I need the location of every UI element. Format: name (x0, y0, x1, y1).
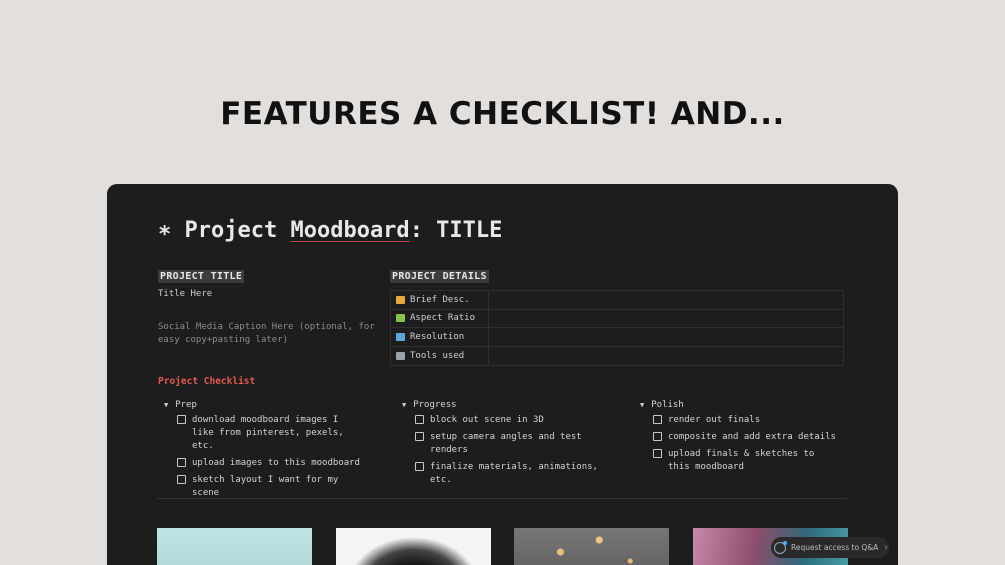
checklist-item-text: sketch layout I want for my scene (192, 475, 339, 498)
details-value[interactable] (489, 328, 843, 346)
checklist-item-text: upload finals & sketches to this moodboa… (668, 449, 815, 472)
checklist-item-text: finalize materials, animations, etc. (430, 462, 598, 485)
details-value[interactable] (489, 310, 843, 328)
toggle-triangle-icon[interactable]: ▼ (402, 401, 406, 409)
details-value[interactable] (489, 291, 843, 309)
column-heading: Progress (413, 400, 457, 410)
social-caption[interactable]: Social Media Caption Here (optional, for… (158, 321, 378, 347)
column-heading: Prep (175, 400, 197, 410)
chat-icon (774, 540, 787, 554)
checklist-column-progress: ▼ Progress block out scene in 3D setup ca… (399, 400, 599, 487)
title-text-pre: Project (184, 218, 291, 243)
toggle-prep[interactable]: ▼ Prep (161, 400, 361, 410)
details-key-label: Resolution (410, 331, 465, 342)
checkbox[interactable] (653, 432, 662, 441)
project-title-section: PROJECT TITLE Title Here Social Media Ca… (158, 264, 378, 347)
aspect-ratio-icon (396, 314, 405, 323)
project-title-value[interactable]: Title Here (158, 289, 378, 299)
checklist-item-text: composite and add extra details (668, 432, 836, 442)
checkbox[interactable] (415, 415, 424, 424)
divider (157, 498, 847, 499)
details-key: Brief Desc. (391, 291, 489, 309)
notion-page-panel: ∗ Project Moodboard: TITLE PROJECT TITLE… (107, 184, 898, 565)
checklist-column-prep: ▼ Prep download moodboard images I like f… (161, 400, 361, 500)
project-details-section: PROJECT DETAILS Brief Desc. Aspect Ratio… (390, 264, 844, 366)
details-key: Resolution (391, 328, 489, 346)
checkbox[interactable] (653, 415, 662, 424)
checklist-item: sketch layout I want for my scene (161, 474, 361, 500)
checklist-item: block out scene in 3D (399, 414, 599, 427)
checklist-item-text: render out finals (668, 415, 761, 425)
details-key-label: Brief Desc. (410, 294, 470, 305)
details-table: Brief Desc. Aspect Ratio Resolution Tool… (390, 290, 844, 366)
checkbox[interactable] (177, 475, 186, 484)
checkbox[interactable] (177, 458, 186, 467)
checklist-item: setup camera angles and test renders (399, 431, 599, 457)
toggle-progress[interactable]: ▼ Progress (399, 400, 599, 410)
checklist-item-text: download moodboard images I like from pi… (192, 415, 344, 451)
headline: FEATURES A CHECKLIST! AND... (220, 96, 785, 132)
chevron-right-icon: › (884, 542, 888, 553)
ruler-icon (396, 332, 405, 341)
checklist-item: render out finals (637, 414, 837, 427)
page-title: ∗ Project Moodboard: TITLE (158, 218, 502, 243)
checklist-title: Project Checklist (158, 376, 256, 387)
moodboard-image[interactable] (514, 528, 669, 565)
checklist-item-text: upload images to this moodboard (192, 458, 360, 468)
toggle-triangle-icon[interactable]: ▼ (164, 401, 168, 409)
computer-icon (396, 351, 405, 360)
asterisk-icon: ∗ (158, 218, 172, 243)
details-row[interactable]: Tools used (391, 346, 843, 366)
checkbox[interactable] (177, 415, 186, 424)
checkbox[interactable] (415, 432, 424, 441)
details-key-label: Aspect Ratio (410, 313, 476, 324)
checklist-item: composite and add extra details (637, 431, 837, 444)
checklist-item: download moodboard images I like from pi… (161, 414, 361, 453)
details-row[interactable]: Brief Desc. (391, 291, 843, 310)
project-details-label: PROJECT DETAILS (390, 270, 489, 283)
checklist-item: upload images to this moodboard (161, 457, 361, 470)
column-heading: Polish (651, 400, 684, 410)
moodboard-image[interactable] (157, 528, 312, 565)
checklist-column-polish: ▼ Polish render out finals composite and … (637, 400, 837, 474)
title-text-post: : TITLE (409, 218, 503, 243)
checklist-item-text: block out scene in 3D (430, 415, 544, 425)
details-key: Tools used (391, 346, 489, 365)
details-row[interactable]: Aspect Ratio (391, 309, 843, 328)
details-key: Aspect Ratio (391, 309, 489, 327)
checklist-item: finalize materials, animations, etc. (399, 461, 599, 487)
project-title-label: PROJECT TITLE (158, 270, 245, 283)
checkbox[interactable] (653, 449, 662, 458)
checkbox[interactable] (415, 462, 424, 471)
request-qa-button[interactable]: Request access to Q&A › (771, 537, 889, 558)
toggle-triangle-icon[interactable]: ▼ (640, 401, 644, 409)
moodboard-image[interactable] (336, 528, 491, 565)
request-qa-label: Request access to Q&A (791, 543, 879, 552)
checklist-item-text: setup camera angles and test renders (430, 432, 582, 455)
brief-icon (396, 295, 405, 304)
details-key-label: Tools used (410, 350, 465, 361)
title-text-underlined: Moodboard (290, 218, 410, 243)
details-value[interactable] (489, 347, 843, 366)
details-row[interactable]: Resolution (391, 328, 843, 347)
toggle-polish[interactable]: ▼ Polish (637, 400, 837, 410)
checklist-item: upload finals & sketches to this moodboa… (637, 448, 837, 474)
